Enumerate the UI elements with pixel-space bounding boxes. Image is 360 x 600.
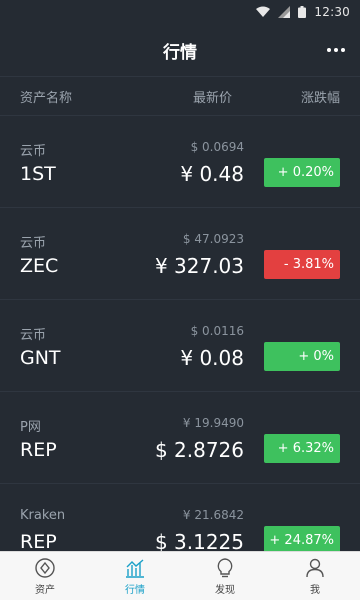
asset-symbol: ZEC: [20, 255, 59, 277]
column-header: 资产名称 最新价 涨跌幅: [0, 76, 360, 116]
exchange-name: Kraken: [20, 508, 66, 523]
nav-label: 行情: [125, 584, 145, 596]
battery-icon: [298, 6, 307, 18]
page-title: 行情: [163, 42, 197, 63]
status-time: 12:30: [314, 5, 350, 19]
nav-item-me[interactable]: 我: [270, 552, 360, 600]
nav-item-market[interactable]: 行情: [90, 552, 180, 600]
exchange-name: P网: [20, 420, 41, 435]
more-options-icon[interactable]: [326, 38, 346, 62]
market-row[interactable]: 云币 ZEC $ 47.0923 ¥ 327.03 - 3.81%: [0, 208, 360, 300]
nav-item-discover[interactable]: 发现: [180, 552, 270, 600]
assets-icon: [35, 557, 55, 578]
latest-price: $ 2.8726: [154, 438, 244, 462]
title-bar: 行情: [0, 24, 360, 76]
latest-price: ¥ 0.48: [180, 162, 244, 186]
wifi-icon: [256, 6, 271, 17]
nav-label: 资产: [35, 584, 55, 596]
nav-item-assets[interactable]: 资产: [0, 552, 90, 600]
market-row[interactable]: 云币 GNT $ 0.0116 ¥ 0.08 + 0%: [0, 300, 360, 392]
nav-label: 发现: [215, 584, 235, 596]
asset-symbol: 1ST: [20, 163, 56, 185]
converted-price: $ 0.0694: [190, 140, 244, 154]
change-badge: + 0.20%: [264, 158, 340, 187]
lightbulb-icon: [217, 557, 233, 577]
converted-price: $ 47.0923: [182, 232, 244, 246]
exchange-name: 云币: [20, 144, 47, 159]
asset-symbol: REP: [20, 439, 57, 461]
signal-icon: [278, 6, 291, 18]
change-badge: + 6.32%: [264, 434, 340, 463]
column-latest-price[interactable]: 最新价: [112, 87, 232, 106]
converted-price: ¥ 19.9490: [182, 416, 244, 430]
market-list: 云币 1ST $ 0.0694 ¥ 0.48 + 0.20% 云币 ZEC $ …: [0, 116, 360, 576]
market-row[interactable]: P网 REP ¥ 19.9490 $ 2.8726 + 6.32%: [0, 392, 360, 484]
converted-price: $ 0.0116: [190, 324, 244, 338]
latest-price: ¥ 0.08: [180, 346, 244, 370]
bottom-nav: 资产 行情 发现 我: [0, 551, 360, 600]
market-row[interactable]: 云币 1ST $ 0.0694 ¥ 0.48 + 0.20%: [0, 116, 360, 208]
status-bar: 12:30: [0, 0, 360, 24]
change-badge: - 3.81%: [264, 250, 340, 279]
latest-price: ¥ 327.03: [154, 254, 244, 278]
user-icon: [306, 558, 324, 577]
converted-price: ¥ 21.6842: [182, 508, 244, 522]
nav-label: 我: [310, 584, 320, 596]
asset-symbol: GNT: [20, 347, 61, 369]
app-screen: 12:30 行情 资产名称 最新价 涨跌幅 云币 1ST $ 0.0694 ¥ …: [0, 0, 360, 600]
market-chart-icon: [126, 558, 144, 578]
exchange-name: 云币: [20, 236, 47, 251]
asset-symbol: REP: [20, 531, 57, 553]
column-asset-name[interactable]: 资产名称: [20, 87, 112, 106]
exchange-name: 云币: [20, 328, 47, 343]
change-badge: + 0%: [264, 342, 340, 371]
column-change[interactable]: 涨跌幅: [232, 87, 340, 106]
